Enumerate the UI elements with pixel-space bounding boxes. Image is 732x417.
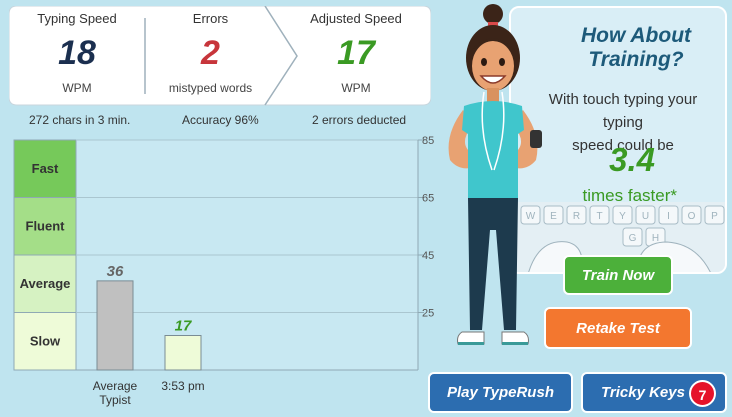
runner-character-illustration xyxy=(448,4,542,345)
speed-chart: Fast Fluent Average Slow 25 45 65 85 36 Average Ty… xyxy=(0,130,440,417)
band-label: Average xyxy=(20,276,71,291)
typing-speed-label: Typing Speed xyxy=(37,11,117,26)
adjusted-speed-unit: WPM xyxy=(341,81,371,95)
speed-factor: 3.4 xyxy=(609,141,655,178)
adjusted-speed-stat: Adjusted Speed 17 WPM xyxy=(289,6,423,106)
speed-factor-unit: times faster* xyxy=(582,186,677,205)
keyboard-key-label: P xyxy=(711,211,718,222)
promo-title: How About Training? xyxy=(580,24,692,71)
play-typerush-button[interactable]: Play TypeRush xyxy=(428,372,573,413)
errors-value: 2 xyxy=(201,34,220,72)
errors-stat: Errors 2 mistyped words xyxy=(145,6,276,106)
band-label: Slow xyxy=(30,333,61,348)
errors-unit: mistyped words xyxy=(168,81,253,95)
x-tick-label: Average xyxy=(93,379,138,393)
speed-chart-svg: FastFluentAverageSlow2545658536AverageTy… xyxy=(13,135,434,407)
train-now-button[interactable]: Train Now xyxy=(563,255,673,295)
keyboard-key-label: I xyxy=(667,211,670,222)
keyboard-key-label: U xyxy=(642,211,649,222)
x-tick-label: Typist xyxy=(99,393,131,407)
tricky-keys-button[interactable]: Tricky Keys 7 xyxy=(581,372,727,413)
bar xyxy=(96,280,134,371)
keyboard-key-label: G xyxy=(629,233,637,244)
keyboard-key-label: O xyxy=(688,211,696,222)
bar xyxy=(164,335,202,371)
chars-summary: 272 chars in 3 min. xyxy=(29,113,131,127)
bar-value-label: 17 xyxy=(175,318,192,335)
keyboard-key-label: T xyxy=(596,211,602,222)
errors-label: Errors xyxy=(192,11,229,26)
band-label: Fast xyxy=(32,161,59,176)
bar-value-label: 36 xyxy=(107,263,124,280)
adjusted-speed-label: Adjusted Speed xyxy=(310,11,402,26)
x-tick-label: 3:53 pm xyxy=(161,379,204,393)
tricky-keys-count-badge: 7 xyxy=(689,380,716,407)
keyboard-key-label: R xyxy=(573,211,580,222)
tricky-keys-label: Tricky Keys xyxy=(601,384,685,401)
band-label: Fluent xyxy=(26,218,66,233)
keyboard-key-label: Y xyxy=(619,211,626,222)
adjusted-speed-value: 17 xyxy=(337,34,375,72)
stats-card: Typing Speed 18 WPM Errors 2 mistyped wo… xyxy=(9,6,431,106)
retake-test-button[interactable]: Retake Test xyxy=(544,307,692,349)
errors-deducted-summary: 2 errors deducted xyxy=(312,113,407,127)
typing-speed-stat: Typing Speed 18 WPM xyxy=(9,6,145,106)
typing-speed-value: 18 xyxy=(58,34,96,72)
accuracy-summary: Accuracy 96% xyxy=(182,113,259,127)
typing-speed-unit: WPM xyxy=(62,81,92,95)
